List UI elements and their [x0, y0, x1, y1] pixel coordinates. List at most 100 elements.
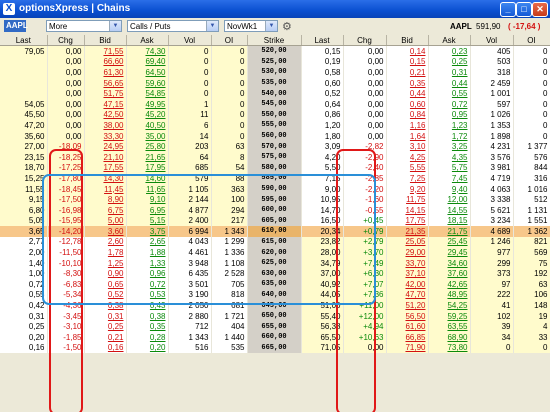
put-last-cell[interactable]: 34,79 — [301, 257, 344, 269]
call-bid-cell[interactable]: 3,60 — [84, 226, 127, 237]
call-ask-cell[interactable]: 0,43 — [126, 300, 169, 311]
strike-cell[interactable]: 620,00 — [247, 247, 302, 258]
call-ask-cell[interactable]: 0,38 — [126, 310, 169, 322]
call-open-interest-cell[interactable]: 0 — [211, 45, 248, 57]
put-volume-cell[interactable]: 34 — [470, 332, 514, 343]
call-last-cell[interactable]: 3,65 — [0, 226, 48, 237]
put-bid-cell[interactable]: 7,25 — [386, 173, 429, 184]
expiry-select[interactable]: NovWk1 ▼ — [224, 20, 278, 32]
put-last-cell[interactable]: 3,09 — [301, 141, 344, 152]
put-change-cell[interactable]: +7,36 — [343, 289, 387, 301]
put-ask-cell[interactable]: 12,00 — [428, 194, 471, 205]
call-last-cell[interactable]: 0,16 — [0, 342, 48, 354]
call-open-interest-cell[interactable]: 100 — [211, 194, 248, 205]
call-bid-cell[interactable]: 21,10 — [84, 151, 127, 163]
call-change-cell[interactable]: 0,00 — [47, 130, 85, 142]
call-ask-cell[interactable]: 5,15 — [126, 215, 169, 227]
call-volume-cell[interactable]: 2 880 — [168, 310, 212, 322]
put-last-cell[interactable]: 51,00 — [301, 300, 344, 311]
call-volume-cell[interactable]: 1 343 — [168, 332, 212, 343]
call-volume-cell[interactable]: 6 — [168, 120, 212, 131]
call-change-cell[interactable]: -1,50 — [47, 342, 85, 354]
call-open-interest-cell[interactable]: 1 440 — [211, 332, 248, 343]
put-bid-cell[interactable]: 11,75 — [386, 194, 429, 205]
put-last-cell[interactable]: 1,20 — [301, 120, 344, 131]
call-last-cell[interactable]: 0,55 — [0, 289, 48, 301]
chain-row[interactable]: 35,60 0,00 33,30 35,00 14 0 560,00 1,80 0,00 1,64… — [0, 130, 550, 142]
put-change-cell[interactable]: +7,07 — [343, 279, 387, 290]
column-header[interactable]: Chg — [343, 35, 387, 46]
put-volume-cell[interactable]: 299 — [470, 257, 514, 269]
chain-row[interactable]: 6,80 -16,98 6,75 6,95 4 877 294 600,00 14,70 -0,… — [0, 204, 550, 216]
chevron-down-icon[interactable]: ▼ — [206, 21, 218, 31]
more-select[interactable]: More ▼ — [46, 20, 122, 32]
chain-row[interactable]: 0,00 56,65 59,60 0 0 535,00 0,60 0,00 0,35 0,44 2 … — [0, 77, 550, 89]
put-last-cell[interactable]: 0,86 — [301, 109, 344, 121]
put-volume-cell[interactable]: 4 719 — [470, 173, 514, 184]
strike-cell[interactable]: 525,00 — [247, 56, 302, 68]
call-change-cell[interactable]: -16,98 — [47, 204, 85, 216]
call-open-interest-cell[interactable]: 404 — [211, 321, 248, 333]
call-last-cell[interactable]: 2,00 — [0, 247, 48, 258]
put-ask-cell[interactable]: 1,23 — [428, 120, 471, 131]
put-bid-cell[interactable]: 66,85 — [386, 332, 429, 343]
chain-row[interactable]: 15,25 -17,80 14,30 14,60 579 88 585,00 7,15 -2,8… — [0, 173, 550, 184]
put-volume-cell[interactable]: 1 026 — [470, 109, 514, 121]
chain-row[interactable]: 0,00 66,60 69,40 0 0 525,00 0,19 0,00 0,15 0,25 50… — [0, 56, 550, 68]
put-open-interest-cell[interactable]: 0 — [513, 109, 550, 121]
call-volume-cell[interactable]: 516 — [168, 342, 212, 354]
chain-row[interactable]: 3,65 -14,20 3,60 3,75 6 994 1 343 610,00 20,34 +… — [0, 226, 550, 237]
put-bid-cell[interactable]: 14,15 — [386, 204, 429, 216]
call-ask-cell[interactable]: 45,20 — [126, 109, 169, 121]
call-open-interest-cell[interactable]: 1 343 — [211, 226, 248, 237]
call-change-cell[interactable]: 0,00 — [47, 120, 85, 131]
call-volume-cell[interactable]: 2 050 — [168, 300, 212, 311]
call-bid-cell[interactable]: 1,25 — [84, 257, 127, 269]
call-last-cell[interactable]: 27,00 — [0, 141, 48, 152]
put-last-cell[interactable]: 44,05 — [301, 289, 344, 301]
put-last-cell[interactable]: 40,92 — [301, 279, 344, 290]
put-ask-cell[interactable]: 29,45 — [428, 247, 471, 258]
put-last-cell[interactable]: 5,50 — [301, 162, 344, 174]
column-header[interactable]: OI — [513, 35, 550, 46]
put-bid-cell[interactable]: 3,10 — [386, 141, 429, 152]
put-ask-cell[interactable]: 4,35 — [428, 151, 471, 163]
put-volume-cell[interactable]: 597 — [470, 98, 514, 110]
call-open-interest-cell[interactable]: 1 299 — [211, 236, 248, 248]
call-open-interest-cell[interactable]: 818 — [211, 289, 248, 301]
put-open-interest-cell[interactable]: 844 — [513, 162, 550, 174]
call-open-interest-cell[interactable]: 535 — [211, 342, 248, 354]
put-change-cell[interactable]: +0,79 — [343, 226, 387, 237]
put-ask-cell[interactable]: 1,72 — [428, 130, 471, 142]
put-open-interest-cell[interactable]: 1 551 — [513, 215, 550, 227]
put-last-cell[interactable]: 0,60 — [301, 77, 344, 89]
call-open-interest-cell[interactable]: 1 336 — [211, 247, 248, 258]
call-change-cell[interactable]: -10,10 — [47, 257, 85, 269]
put-volume-cell[interactable]: 3 234 — [470, 215, 514, 227]
put-bid-cell[interactable]: 0,35 — [386, 77, 429, 89]
call-open-interest-cell[interactable]: 0 — [211, 98, 248, 110]
call-last-cell[interactable]: 45,50 — [0, 109, 48, 121]
call-ask-cell[interactable]: 0,28 — [126, 332, 169, 343]
call-bid-cell[interactable]: 24,95 — [84, 141, 127, 152]
call-open-interest-cell[interactable]: 217 — [211, 215, 248, 227]
call-open-interest-cell[interactable]: 1 108 — [211, 257, 248, 269]
put-last-cell[interactable]: 14,70 — [301, 204, 344, 216]
put-volume-cell[interactable]: 41 — [470, 300, 514, 311]
call-open-interest-cell[interactable]: 88 — [211, 173, 248, 184]
put-bid-cell[interactable]: 37,10 — [386, 268, 429, 280]
maximize-button[interactable]: □ — [516, 2, 532, 17]
strike-cell[interactable]: 545,00 — [247, 98, 302, 110]
call-volume-cell[interactable]: 4 043 — [168, 236, 212, 248]
put-volume-cell[interactable]: 977 — [470, 247, 514, 258]
column-header[interactable]: Chg — [47, 35, 85, 46]
put-open-interest-cell[interactable]: 148 — [513, 300, 550, 311]
strike-cell[interactable]: 660,00 — [247, 332, 302, 343]
call-last-cell[interactable]: 1,00 — [0, 268, 48, 280]
put-ask-cell[interactable]: 34,60 — [428, 257, 471, 269]
call-volume-cell[interactable]: 6 435 — [168, 268, 212, 280]
put-change-cell[interactable]: -2,85 — [343, 173, 387, 184]
put-last-cell[interactable]: 9,00 — [301, 183, 344, 195]
put-volume-cell[interactable]: 102 — [470, 310, 514, 322]
put-bid-cell[interactable]: 5,55 — [386, 162, 429, 174]
